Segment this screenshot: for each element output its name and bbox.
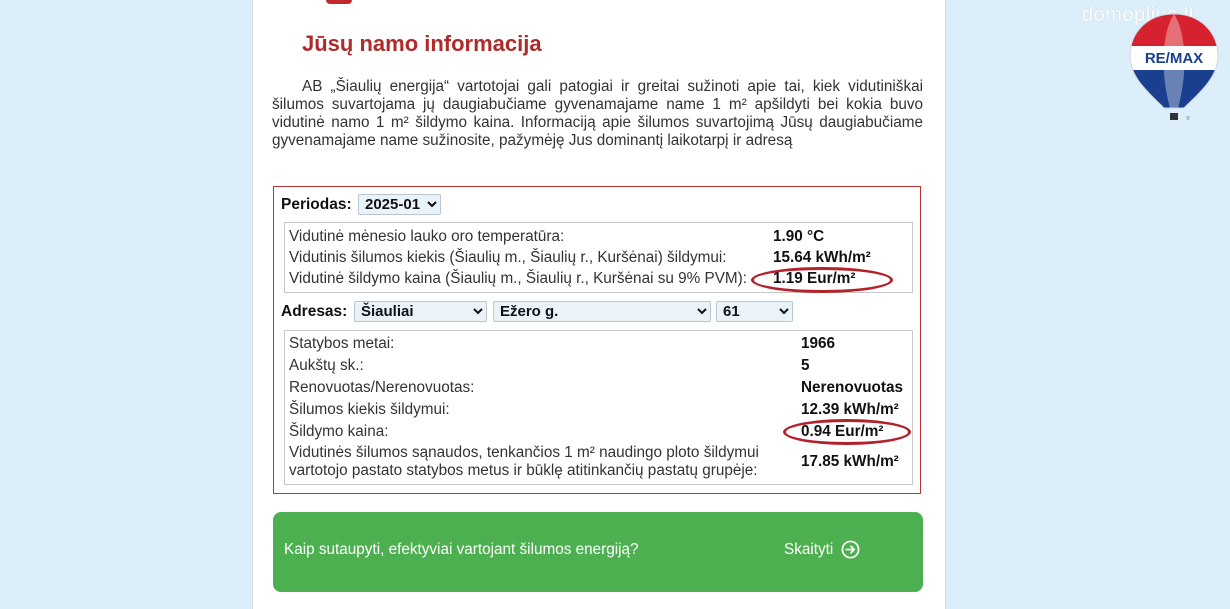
energy-saving-banner: Kaip sutaupyti, efektyviai vartojant šil… (273, 512, 923, 592)
city-stat-label: Vidutinė mėnesio lauko oro temperatūra: (289, 228, 565, 245)
city-stat-label: Vidutinis šilumos kiekis (Šiaulių m., Ši… (289, 249, 727, 266)
city-stat-label: Vidutinė šildymo kaina (Šiaulių m., Šiau… (289, 270, 747, 287)
building-stat-value: Nerenovuotas (801, 379, 904, 396)
building-stat-value: 17.85 kWh/m² (801, 453, 899, 470)
street-select[interactable]: Ežero g. (493, 301, 711, 322)
building-stat-value: 12.39 kWh/m² (801, 401, 899, 418)
period-label: Periodas: (281, 196, 352, 213)
highlight-ellipse (751, 267, 893, 293)
page-title: Jūsų namo informacija (302, 31, 542, 56)
city-select[interactable]: Šiauliai (354, 301, 487, 322)
city-stats-table: Vidutinė mėnesio lauko oro temperatūra: … (284, 222, 913, 293)
building-stat-value: 1966 (801, 335, 836, 352)
read-more-label: Skaityti (784, 540, 834, 558)
info-box: Periodas: 2025-01 Vidutinė mėnesio lauko… (273, 186, 921, 494)
building-stat-label: Renovuotas/Nerenovuotas: (289, 379, 475, 396)
building-stat-label: Statybos metai: (289, 335, 395, 352)
remax-balloon-logo: RE/MAX ® (1129, 13, 1219, 122)
header-logo-fragment (326, 0, 352, 4)
remax-logo-text: RE/MAX (1145, 50, 1203, 67)
read-more-link[interactable]: Skaityti (784, 540, 860, 559)
building-stat-value: 5 (801, 357, 810, 374)
period-select[interactable]: 2025-01 (358, 194, 441, 215)
intro-paragraph: AB „Šiaulių energija“ vartotojai gali pa… (272, 78, 923, 149)
city-stat-value: 1.90 °C (773, 228, 825, 245)
svg-text:®: ® (1186, 115, 1190, 122)
building-stat-label: Vidutinės šilumos sąnaudos, tenkančios 1… (289, 444, 759, 461)
building-stat-label: Šildymo kaina: (289, 423, 389, 440)
building-stat-label: Aukštų sk.: (289, 357, 364, 374)
building-stat-label: vartotojo pastato statybos metus ir būkl… (289, 462, 758, 479)
banner-text: Kaip sutaupyti, efektyviai vartojant šil… (284, 541, 639, 558)
house-number-select[interactable]: 61 (716, 301, 793, 322)
building-stat-label: Šilumos kiekis šildymui: (289, 401, 450, 418)
building-stats-table: Statybos metai: 1966 Aukštų sk.: 5 Renov… (284, 330, 913, 485)
arrow-circle-right-icon (841, 540, 860, 559)
highlight-ellipse (783, 419, 911, 445)
address-label: Adresas: (281, 303, 348, 320)
